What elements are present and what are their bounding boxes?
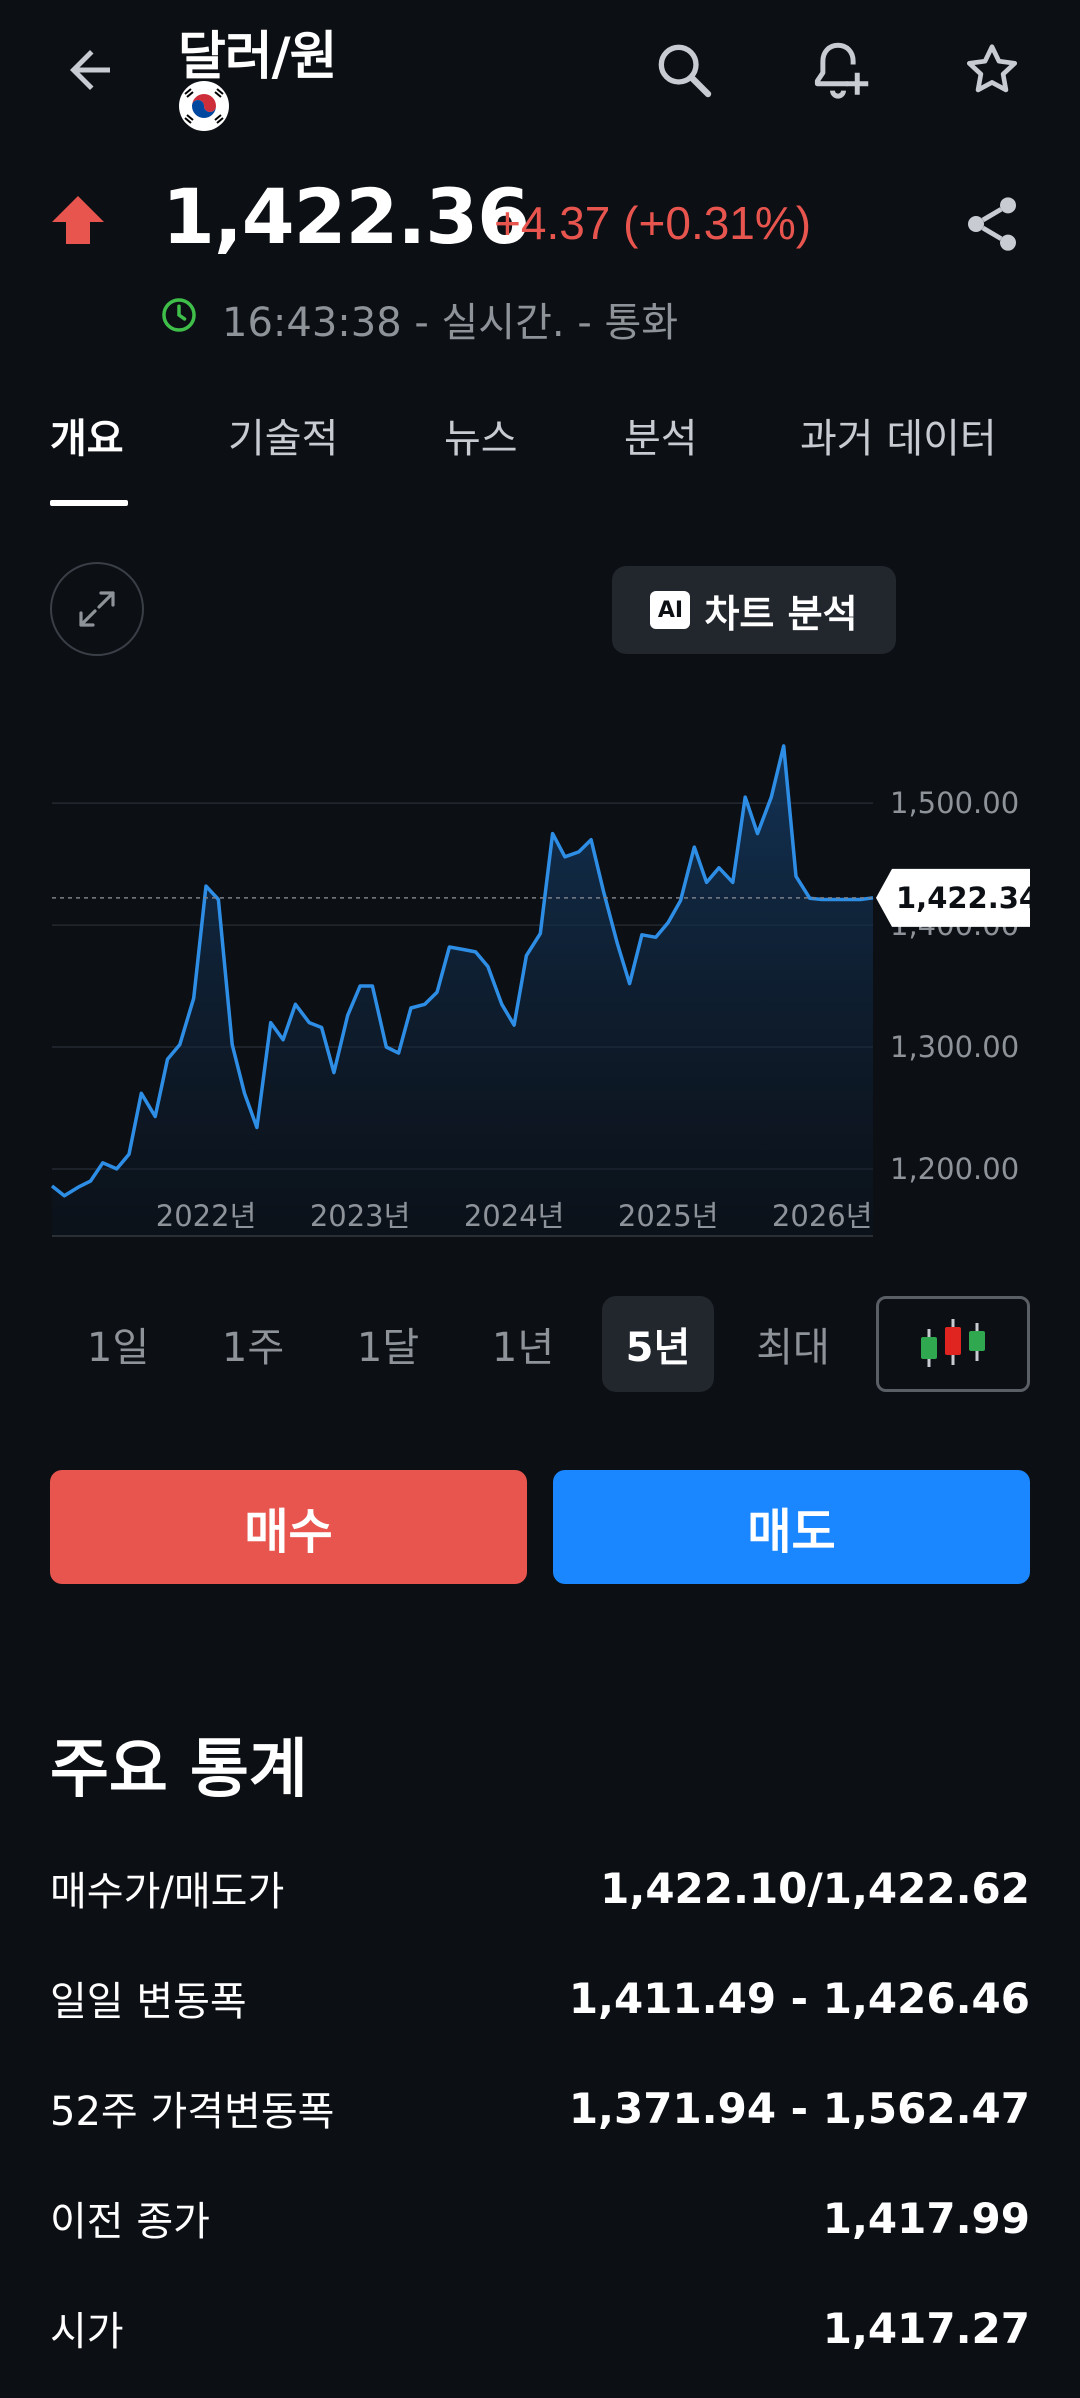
chart-area-fill xyxy=(52,745,873,1236)
tab-overview[interactable]: 개요 xyxy=(50,406,124,464)
ai-chat-icon: AI xyxy=(650,591,691,629)
stat-value: 1,422.10/1,422.62 xyxy=(600,1863,1030,1913)
star-icon xyxy=(966,44,1018,93)
buy-button[interactable]: 매수 xyxy=(50,1470,527,1584)
stat-row-bid-ask: 매수가/매도가 1,422.10/1,422.62 xyxy=(50,1858,1030,1918)
last-price-badge: 1,422.34 xyxy=(876,868,1039,927)
ai-chart-analysis-button[interactable]: AI 차트 분석 xyxy=(612,566,896,654)
share-icon xyxy=(968,197,1016,251)
stat-value: 1,417.27 xyxy=(822,2303,1030,2353)
stat-row-52w-range: 52주 가격변동폭 1,371.94 - 1,562.47 xyxy=(50,2078,1030,2138)
tab-historical-data[interactable]: 과거 데이터 xyxy=(800,406,997,464)
search-button[interactable] xyxy=(644,30,724,110)
stat-label: 이전 종가 xyxy=(50,2199,210,2245)
x-tick-label: 2022년 xyxy=(156,1199,256,1233)
range-5y[interactable]: 5년 xyxy=(602,1296,714,1392)
stat-label: 매수가/매도가 xyxy=(50,1869,285,1915)
search-icon xyxy=(658,44,712,98)
last-price-label: 1,422.34 xyxy=(896,881,1039,915)
back-button[interactable] xyxy=(50,30,130,110)
x-tick-label: 2026년 xyxy=(772,1199,872,1233)
arrow-up-icon xyxy=(52,196,104,244)
current-price: 1,422.36 xyxy=(162,172,530,261)
tab-analysis[interactable]: 분석 xyxy=(624,406,698,464)
stat-row-open: 시가 1,417.27 xyxy=(50,2298,1030,2358)
y-tick-label: 1,500.00 xyxy=(890,786,1019,820)
share-button[interactable] xyxy=(952,184,1032,264)
bell-plus-icon xyxy=(814,42,869,99)
stat-label: 시가 xyxy=(50,2309,124,2355)
arrow-left-icon xyxy=(70,50,110,90)
range-1y[interactable]: 1년 xyxy=(467,1296,579,1392)
range-1w[interactable]: 1주 xyxy=(197,1296,309,1392)
page-title: 달러/원 xyxy=(178,27,338,87)
stat-row-daily-range: 일일 변동폭 1,411.49 - 1,426.46 xyxy=(50,1968,1030,2028)
ai-chart-analysis-label: 차트 분석 xyxy=(704,591,858,636)
candlestick-icon xyxy=(921,1319,985,1367)
x-tick-label: 2023년 xyxy=(310,1199,410,1233)
x-tick-label: 2025년 xyxy=(618,1199,718,1233)
expand-icon xyxy=(79,591,115,627)
range-1d[interactable]: 1일 xyxy=(62,1296,174,1392)
fullscreen-button[interactable] xyxy=(50,562,144,656)
stat-label: 일일 변동폭 xyxy=(50,1979,247,2025)
stat-value: 1,411.49 - 1,426.46 xyxy=(568,1973,1030,2023)
tab-technical[interactable]: 기술적 xyxy=(228,406,338,464)
price-chart[interactable]: 1,500.001,400.001,300.001,200.00 2022년20… xyxy=(0,700,1080,1260)
stat-value: 1,371.94 - 1,562.47 xyxy=(568,2083,1030,2133)
south-korea-flag-icon xyxy=(179,81,229,131)
x-tick-label: 2024년 xyxy=(464,1199,564,1233)
tab-news[interactable]: 뉴스 xyxy=(444,406,518,464)
price-change: +4.37 (+0.31%) xyxy=(494,197,812,249)
key-stats-title: 주요 통계 xyxy=(50,1733,308,1807)
sell-button[interactable]: 매도 xyxy=(553,1470,1030,1584)
favorite-button[interactable] xyxy=(952,30,1032,110)
range-max[interactable]: 최대 xyxy=(737,1296,849,1392)
y-tick-label: 1,300.00 xyxy=(890,1030,1019,1064)
stat-label: 52주 가격변동폭 xyxy=(50,2089,335,2135)
add-alert-button[interactable] xyxy=(798,30,878,110)
clock-icon xyxy=(162,298,196,332)
y-tick-label: 1,200.00 xyxy=(890,1152,1019,1186)
range-1m[interactable]: 1달 xyxy=(332,1296,444,1392)
stat-value: 1,417.99 xyxy=(822,2193,1030,2243)
active-tab-indicator xyxy=(50,500,128,506)
chart-type-button[interactable] xyxy=(876,1296,1030,1392)
stat-row-prev-close: 이전 종가 1,417.99 xyxy=(50,2188,1030,2248)
quote-status: 16:43:38 - 실시간. - 통화 xyxy=(222,300,679,346)
